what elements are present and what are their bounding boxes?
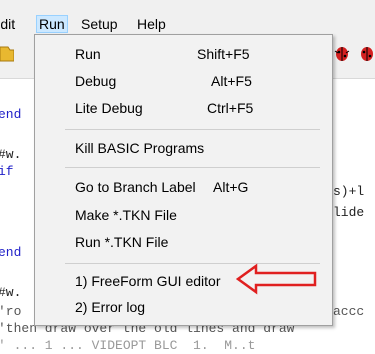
- code-line: accc: [333, 304, 365, 319]
- menu-bar: Edit Run Setup Help: [0, 0, 375, 34]
- bug-icon[interactable]: [358, 43, 375, 63]
- menu-item-lite-debug[interactable]: Lite Debug: [75, 99, 143, 117]
- code-line: s)+l: [333, 184, 365, 199]
- shortcut-lite-debug: Ctrl+F5: [207, 100, 254, 116]
- code-line: 'ro: [0, 304, 22, 319]
- code-line: if: [0, 164, 14, 179]
- menu-run[interactable]: Run: [36, 15, 68, 33]
- bug-icon[interactable]: [333, 43, 351, 63]
- shortcut-debug: Alt+F5: [211, 73, 252, 89]
- menu-item-debug[interactable]: Debug: [75, 72, 116, 90]
- shortcut-run: Shift+F5: [197, 46, 250, 62]
- code-line: #w.: [0, 147, 22, 162]
- menu-item-kill-basic[interactable]: Kill BASIC Programs: [75, 139, 204, 157]
- code-line: end: [0, 107, 22, 122]
- menu-separator: [65, 129, 320, 130]
- menu-help[interactable]: Help: [137, 16, 166, 32]
- code-line: ' ... 1 ... VIDEOPT BLC 1. M..t: [0, 338, 256, 353]
- menu-edit[interactable]: Edit: [0, 16, 15, 32]
- menu-item-go-to-branch[interactable]: Go to Branch Label: [75, 178, 196, 196]
- menu-item-error-log[interactable]: 2) Error log: [75, 298, 145, 316]
- shortcut-go-to-branch: Alt+G: [213, 179, 249, 195]
- folder-open-icon[interactable]: [0, 44, 14, 62]
- code-line: lide: [333, 205, 365, 220]
- menu-item-run[interactable]: Run: [75, 45, 101, 63]
- menu-item-freeform-gui[interactable]: 1) FreeForm GUI editor: [75, 272, 220, 290]
- menu-setup[interactable]: Setup: [81, 16, 118, 32]
- menu-item-run-tkn[interactable]: Run *.TKN File: [75, 233, 168, 251]
- annotation-arrow-icon: [236, 263, 317, 295]
- menu-separator: [65, 167, 320, 168]
- menu-item-make-tkn[interactable]: Make *.TKN File: [75, 206, 177, 224]
- code-line: #w.: [0, 285, 22, 300]
- code-line: end: [0, 245, 22, 260]
